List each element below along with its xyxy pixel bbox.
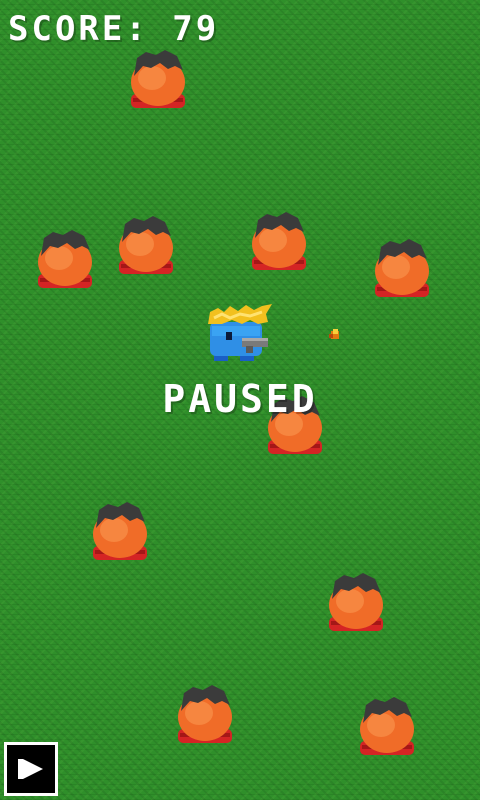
paused-overlay-text: PAUSED	[162, 377, 318, 421]
enemy-blob	[38, 230, 92, 288]
enemy-blob	[329, 573, 383, 631]
play-icon	[18, 759, 43, 779]
player-character	[208, 304, 272, 361]
bullet-projectile	[329, 329, 339, 339]
enemy-blob	[93, 502, 147, 560]
enemy-blob	[178, 685, 232, 743]
enemy-blob	[252, 212, 306, 270]
enemy-blob	[375, 239, 429, 297]
game-canvas[interactable]: SCORE: 79 PAUSED	[0, 0, 480, 800]
enemy-blob	[360, 697, 414, 755]
enemy-blob	[131, 50, 185, 108]
score-label: SCORE: 79	[8, 9, 220, 49]
resume-button[interactable]	[4, 742, 58, 796]
enemy-blob	[119, 216, 173, 274]
